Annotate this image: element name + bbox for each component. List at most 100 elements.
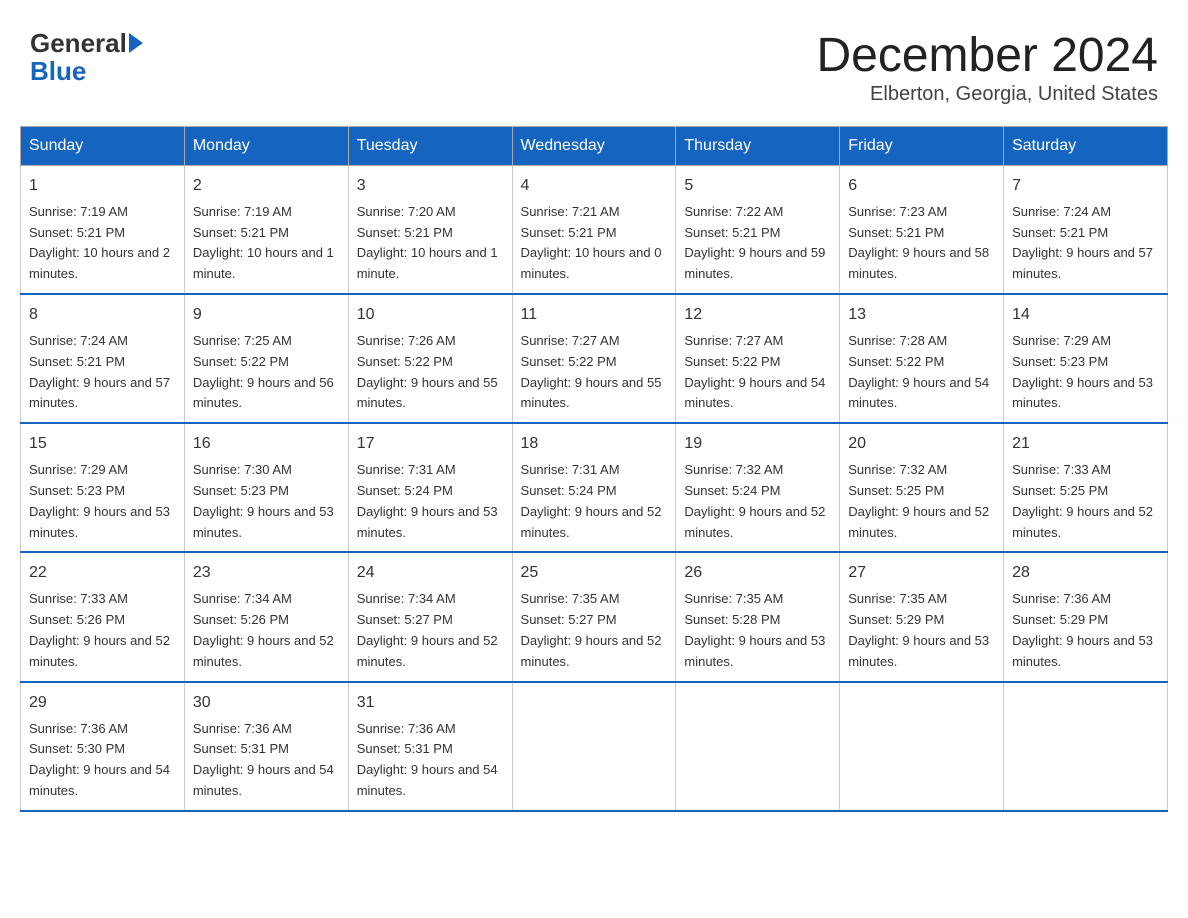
calendar-header-row: SundayMondayTuesdayWednesdayThursdayFrid…	[21, 126, 1168, 165]
calendar-cell: 12 Sunrise: 7:27 AMSunset: 5:22 PMDaylig…	[676, 294, 840, 423]
calendar-cell: 11 Sunrise: 7:27 AMSunset: 5:22 PMDaylig…	[512, 294, 676, 423]
day-info: Sunrise: 7:34 AMSunset: 5:27 PMDaylight:…	[357, 589, 504, 672]
day-info: Sunrise: 7:27 AMSunset: 5:22 PMDaylight:…	[521, 331, 668, 414]
day-header-tuesday: Tuesday	[348, 126, 512, 165]
day-info: Sunrise: 7:27 AMSunset: 5:22 PMDaylight:…	[684, 331, 831, 414]
day-info: Sunrise: 7:24 AMSunset: 5:21 PMDaylight:…	[1012, 202, 1159, 285]
week-row-1: 1 Sunrise: 7:19 AMSunset: 5:21 PMDayligh…	[21, 165, 1168, 294]
calendar-cell: 27 Sunrise: 7:35 AMSunset: 5:29 PMDaylig…	[840, 552, 1004, 681]
day-info: Sunrise: 7:25 AMSunset: 5:22 PMDaylight:…	[193, 331, 340, 414]
calendar-cell: 4 Sunrise: 7:21 AMSunset: 5:21 PMDayligh…	[512, 165, 676, 294]
calendar-cell	[1004, 682, 1168, 811]
calendar-cell: 19 Sunrise: 7:32 AMSunset: 5:24 PMDaylig…	[676, 423, 840, 552]
day-number: 30	[193, 691, 340, 715]
calendar-cell: 25 Sunrise: 7:35 AMSunset: 5:27 PMDaylig…	[512, 552, 676, 681]
calendar-cell	[840, 682, 1004, 811]
day-info: Sunrise: 7:36 AMSunset: 5:30 PMDaylight:…	[29, 719, 176, 802]
day-number: 25	[521, 561, 668, 585]
logo-arrow-icon	[129, 33, 143, 53]
calendar-cell: 24 Sunrise: 7:34 AMSunset: 5:27 PMDaylig…	[348, 552, 512, 681]
calendar-cell: 28 Sunrise: 7:36 AMSunset: 5:29 PMDaylig…	[1004, 552, 1168, 681]
day-number: 5	[684, 174, 831, 198]
calendar-cell: 31 Sunrise: 7:36 AMSunset: 5:31 PMDaylig…	[348, 682, 512, 811]
calendar-cell: 20 Sunrise: 7:32 AMSunset: 5:25 PMDaylig…	[840, 423, 1004, 552]
calendar-cell	[676, 682, 840, 811]
week-row-4: 22 Sunrise: 7:33 AMSunset: 5:26 PMDaylig…	[21, 552, 1168, 681]
calendar-title: December 2024	[816, 30, 1158, 83]
day-header-thursday: Thursday	[676, 126, 840, 165]
calendar-cell: 21 Sunrise: 7:33 AMSunset: 5:25 PMDaylig…	[1004, 423, 1168, 552]
day-info: Sunrise: 7:31 AMSunset: 5:24 PMDaylight:…	[357, 460, 504, 543]
day-number: 21	[1012, 432, 1159, 456]
day-number: 20	[848, 432, 995, 456]
logo-general-text: General	[30, 30, 127, 56]
calendar-cell: 3 Sunrise: 7:20 AMSunset: 5:21 PMDayligh…	[348, 165, 512, 294]
day-info: Sunrise: 7:35 AMSunset: 5:29 PMDaylight:…	[848, 589, 995, 672]
title-section: December 2024 Elberton, Georgia, United …	[816, 30, 1158, 106]
day-info: Sunrise: 7:35 AMSunset: 5:28 PMDaylight:…	[684, 589, 831, 672]
day-number: 16	[193, 432, 340, 456]
week-row-3: 15 Sunrise: 7:29 AMSunset: 5:23 PMDaylig…	[21, 423, 1168, 552]
day-number: 24	[357, 561, 504, 585]
calendar-cell: 14 Sunrise: 7:29 AMSunset: 5:23 PMDaylig…	[1004, 294, 1168, 423]
day-info: Sunrise: 7:33 AMSunset: 5:26 PMDaylight:…	[29, 589, 176, 672]
day-info: Sunrise: 7:31 AMSunset: 5:24 PMDaylight:…	[521, 460, 668, 543]
calendar-cell: 13 Sunrise: 7:28 AMSunset: 5:22 PMDaylig…	[840, 294, 1004, 423]
calendar-table: SundayMondayTuesdayWednesdayThursdayFrid…	[20, 126, 1168, 812]
day-number: 1	[29, 174, 176, 198]
calendar-cell: 8 Sunrise: 7:24 AMSunset: 5:21 PMDayligh…	[21, 294, 185, 423]
day-info: Sunrise: 7:24 AMSunset: 5:21 PMDaylight:…	[29, 331, 176, 414]
day-number: 8	[29, 303, 176, 327]
day-number: 22	[29, 561, 176, 585]
day-header-monday: Monday	[184, 126, 348, 165]
day-number: 31	[357, 691, 504, 715]
day-info: Sunrise: 7:30 AMSunset: 5:23 PMDaylight:…	[193, 460, 340, 543]
day-info: Sunrise: 7:26 AMSunset: 5:22 PMDaylight:…	[357, 331, 504, 414]
day-info: Sunrise: 7:34 AMSunset: 5:26 PMDaylight:…	[193, 589, 340, 672]
day-header-wednesday: Wednesday	[512, 126, 676, 165]
calendar-cell: 22 Sunrise: 7:33 AMSunset: 5:26 PMDaylig…	[21, 552, 185, 681]
day-number: 14	[1012, 303, 1159, 327]
day-number: 15	[29, 432, 176, 456]
day-info: Sunrise: 7:20 AMSunset: 5:21 PMDaylight:…	[357, 202, 504, 285]
day-header-saturday: Saturday	[1004, 126, 1168, 165]
day-number: 9	[193, 303, 340, 327]
day-number: 10	[357, 303, 504, 327]
logo-blue-text: Blue	[30, 56, 86, 86]
week-row-5: 29 Sunrise: 7:36 AMSunset: 5:30 PMDaylig…	[21, 682, 1168, 811]
day-number: 4	[521, 174, 668, 198]
day-number: 2	[193, 174, 340, 198]
calendar-cell: 17 Sunrise: 7:31 AMSunset: 5:24 PMDaylig…	[348, 423, 512, 552]
day-number: 29	[29, 691, 176, 715]
day-number: 12	[684, 303, 831, 327]
day-number: 27	[848, 561, 995, 585]
day-header-friday: Friday	[840, 126, 1004, 165]
day-info: Sunrise: 7:28 AMSunset: 5:22 PMDaylight:…	[848, 331, 995, 414]
calendar-cell: 1 Sunrise: 7:19 AMSunset: 5:21 PMDayligh…	[21, 165, 185, 294]
day-number: 28	[1012, 561, 1159, 585]
day-number: 13	[848, 303, 995, 327]
calendar-subtitle: Elberton, Georgia, United States	[816, 83, 1158, 106]
page-header: General Blue December 2024 Elberton, Geo…	[20, 20, 1168, 106]
week-row-2: 8 Sunrise: 7:24 AMSunset: 5:21 PMDayligh…	[21, 294, 1168, 423]
day-info: Sunrise: 7:19 AMSunset: 5:21 PMDaylight:…	[193, 202, 340, 285]
calendar-cell: 23 Sunrise: 7:34 AMSunset: 5:26 PMDaylig…	[184, 552, 348, 681]
calendar-cell: 16 Sunrise: 7:30 AMSunset: 5:23 PMDaylig…	[184, 423, 348, 552]
day-info: Sunrise: 7:32 AMSunset: 5:24 PMDaylight:…	[684, 460, 831, 543]
calendar-cell: 18 Sunrise: 7:31 AMSunset: 5:24 PMDaylig…	[512, 423, 676, 552]
calendar-cell: 7 Sunrise: 7:24 AMSunset: 5:21 PMDayligh…	[1004, 165, 1168, 294]
day-info: Sunrise: 7:23 AMSunset: 5:21 PMDaylight:…	[848, 202, 995, 285]
calendar-cell: 2 Sunrise: 7:19 AMSunset: 5:21 PMDayligh…	[184, 165, 348, 294]
day-number: 6	[848, 174, 995, 198]
day-info: Sunrise: 7:29 AMSunset: 5:23 PMDaylight:…	[1012, 331, 1159, 414]
calendar-cell: 29 Sunrise: 7:36 AMSunset: 5:30 PMDaylig…	[21, 682, 185, 811]
day-info: Sunrise: 7:33 AMSunset: 5:25 PMDaylight:…	[1012, 460, 1159, 543]
day-number: 23	[193, 561, 340, 585]
day-info: Sunrise: 7:32 AMSunset: 5:25 PMDaylight:…	[848, 460, 995, 543]
day-info: Sunrise: 7:36 AMSunset: 5:29 PMDaylight:…	[1012, 589, 1159, 672]
day-number: 26	[684, 561, 831, 585]
day-info: Sunrise: 7:36 AMSunset: 5:31 PMDaylight:…	[357, 719, 504, 802]
day-number: 18	[521, 432, 668, 456]
calendar-cell: 26 Sunrise: 7:35 AMSunset: 5:28 PMDaylig…	[676, 552, 840, 681]
calendar-cell: 6 Sunrise: 7:23 AMSunset: 5:21 PMDayligh…	[840, 165, 1004, 294]
